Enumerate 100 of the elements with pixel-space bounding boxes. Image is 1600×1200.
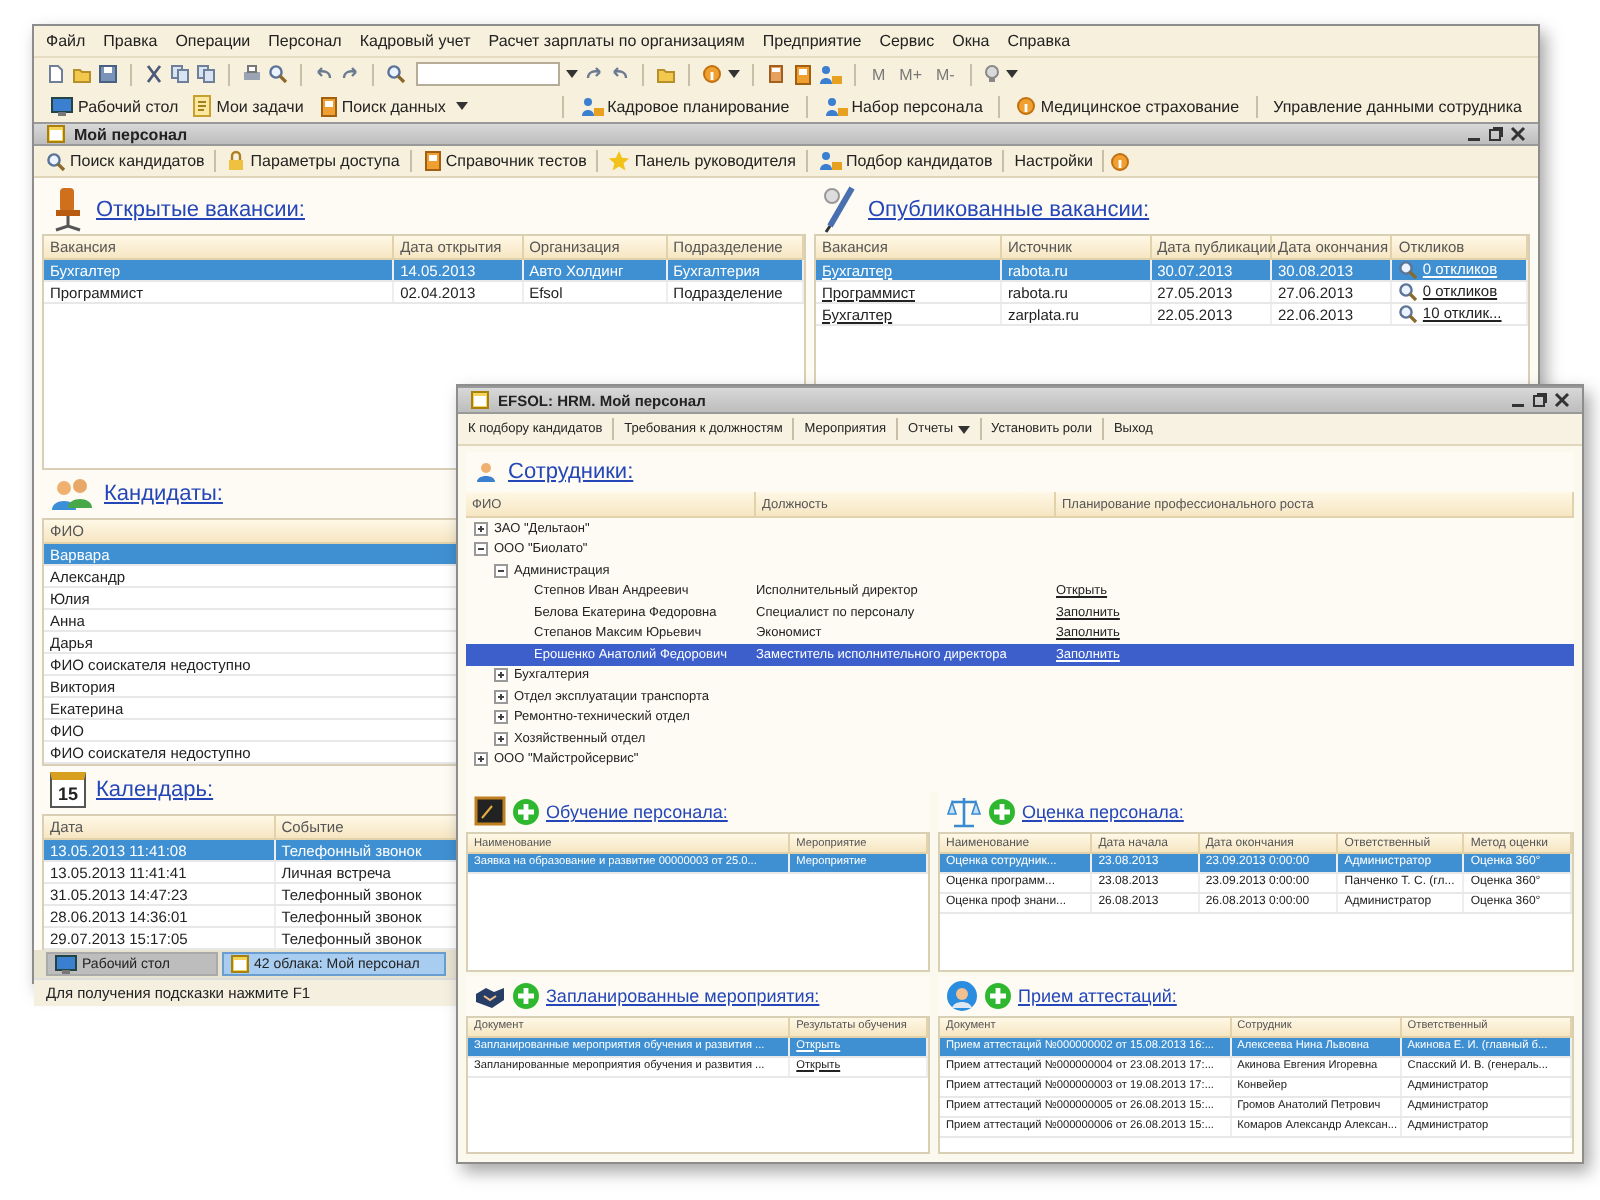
magnifier-icon: [1398, 282, 1419, 303]
section-title[interactable]: Календарь:: [96, 778, 214, 802]
add-icon[interactable]: [984, 981, 1012, 1009]
toolbar-button[interactable]: Набор персонала: [819, 95, 987, 117]
chalkboard-icon: [474, 796, 506, 828]
search-field[interactable]: [416, 62, 560, 86]
toolbar-button[interactable]: Медицинское страхование: [1012, 96, 1244, 116]
command-button[interactable]: Поиск кандидатов: [42, 151, 209, 171]
button-label: Подбор кандидатов: [845, 152, 993, 170]
add-icon[interactable]: [988, 798, 1016, 826]
collapse-icon[interactable]: [494, 563, 508, 578]
scales-icon: [946, 796, 982, 828]
toolbar-button[interactable]: Поиск данных: [313, 95, 450, 117]
button-label: Набор персонала: [851, 97, 983, 115]
button-label: Панель руководителя: [634, 152, 796, 170]
memory-button[interactable]: M+: [895, 65, 927, 83]
expand-icon[interactable]: [474, 752, 488, 767]
close-icon[interactable]: [1510, 126, 1526, 142]
menu-item[interactable]: Окна: [952, 32, 990, 50]
new-document-icon[interactable]: [46, 64, 66, 84]
menu-item[interactable]: Персонал: [268, 32, 342, 50]
copy-icon[interactable]: [170, 64, 190, 84]
expand-icon[interactable]: [494, 710, 508, 725]
command-button[interactable]: Панель руководителя: [604, 150, 800, 172]
expand-icon[interactable]: [494, 689, 508, 704]
print-preview-icon[interactable]: [268, 64, 288, 84]
section-title[interactable]: Сотрудники:: [508, 460, 634, 484]
paste-icon[interactable]: [196, 64, 216, 84]
people-icon: [817, 150, 842, 172]
button-label: Кадровое планирование: [607, 97, 790, 115]
menu-item[interactable]: Справка: [1007, 32, 1071, 50]
dropdown-caret-icon[interactable]: [566, 70, 578, 78]
previous-icon[interactable]: [610, 64, 630, 84]
chair-icon: [50, 186, 86, 234]
restore-icon[interactable]: [1532, 392, 1548, 408]
people-icon[interactable]: [818, 63, 842, 85]
section-title[interactable]: Кандидаты:: [104, 482, 223, 506]
caret-icon[interactable]: [728, 70, 740, 78]
expand-icon[interactable]: [494, 668, 508, 683]
printer-icon[interactable]: [242, 64, 262, 84]
command-button[interactable]: Справочник тестов: [417, 150, 591, 172]
person-icon: [474, 460, 498, 484]
folder-icon[interactable]: [72, 64, 92, 84]
window-icon: [230, 954, 250, 974]
menu-item[interactable]: Предприятие: [762, 32, 862, 50]
book-icon: [421, 150, 442, 172]
info-icon[interactable]: [702, 64, 722, 84]
command-button[interactable]: Параметры доступа: [222, 150, 404, 172]
button-label: Рабочий стол: [78, 97, 179, 115]
menu-item[interactable]: Кадровый учет: [359, 32, 471, 50]
toolbar-button[interactable]: Рабочий стол: [46, 95, 183, 117]
close-icon[interactable]: [1554, 392, 1570, 408]
expand-icon[interactable]: [474, 521, 488, 536]
redo-icon[interactable]: [340, 64, 360, 84]
menu-item[interactable]: Расчет зарплаты по организациям: [488, 32, 745, 50]
desktop-icon: [54, 953, 78, 975]
help-icon[interactable]: [1110, 151, 1131, 171]
person-globe-icon: [946, 977, 978, 1013]
menu-item[interactable]: Файл: [46, 32, 86, 50]
button-label: Поиск кандидатов: [70, 152, 205, 170]
button-label: Поиск данных: [341, 97, 446, 115]
expand-icon[interactable]: [494, 731, 508, 746]
calendar-day: 15: [57, 783, 78, 803]
caret-icon: [957, 425, 970, 433]
toolbar-button[interactable]: Мои задачи: [188, 94, 308, 118]
button-label: Медицинское страхование: [1040, 97, 1240, 115]
section-title[interactable]: Оценка персонала:: [1022, 802, 1184, 822]
restore-icon[interactable]: [1488, 126, 1504, 142]
command-button[interactable]: Подбор кандидатов: [813, 150, 997, 172]
search-icon[interactable]: [386, 64, 406, 84]
cut-icon[interactable]: [144, 64, 164, 84]
add-icon[interactable]: [512, 981, 540, 1009]
calculator-icon[interactable]: [766, 64, 786, 84]
people-icon: [579, 95, 604, 117]
section-title[interactable]: Запланированные мероприятия:: [546, 985, 820, 1005]
star-icon: [608, 150, 631, 172]
section-title[interactable]: Опубликованные вакансии:: [868, 198, 1150, 222]
section-title[interactable]: Открытые вакансии:: [96, 198, 305, 222]
window-icon: [470, 390, 490, 410]
collapse-icon[interactable]: [474, 542, 488, 557]
memory-button[interactable]: M: [868, 65, 890, 83]
search-icon: [46, 151, 66, 171]
desktop-icon: [50, 95, 74, 117]
magnifier-icon: [1398, 260, 1419, 281]
caret-icon[interactable]: [455, 102, 468, 110]
section-title[interactable]: Обучение персонала:: [546, 802, 728, 822]
menu-item[interactable]: Правка: [103, 32, 158, 50]
menu-item[interactable]: Сервис: [879, 32, 935, 50]
memory-button[interactable]: M-: [932, 65, 959, 83]
section-title[interactable]: Прием аттестаций:: [1018, 985, 1177, 1005]
toolbar-button[interactable]: Кадровое планирование: [575, 95, 794, 117]
next-icon[interactable]: [584, 64, 604, 84]
button-label: Параметры доступа: [250, 152, 400, 170]
save-icon[interactable]: [98, 64, 118, 84]
window-title: Мой персонал: [74, 125, 190, 143]
button-label: Справочник тестов: [445, 152, 587, 170]
menu-item[interactable]: Операции: [175, 32, 251, 50]
undo-icon[interactable]: [314, 64, 334, 84]
add-icon[interactable]: [512, 798, 540, 826]
caret-icon[interactable]: [1006, 70, 1019, 78]
